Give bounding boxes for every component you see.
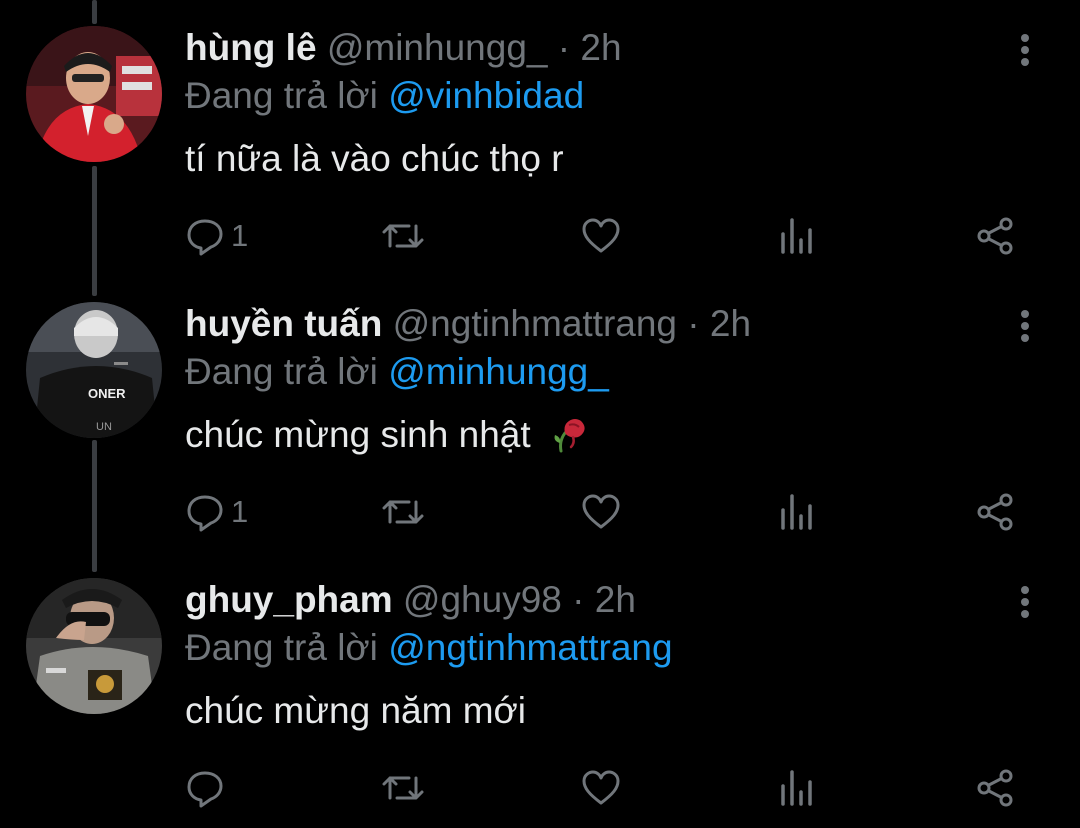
wilted-rose-icon [549, 413, 589, 463]
like-button[interactable] [581, 490, 621, 534]
tweet-actions: 1 [185, 490, 1020, 534]
retweet-icon [382, 224, 424, 248]
like-button[interactable] [581, 214, 621, 258]
timestamp[interactable]: 2h [710, 303, 751, 344]
display-name[interactable]: huyền tuấn [185, 303, 382, 344]
more-options-button[interactable] [1010, 582, 1040, 622]
user-handle[interactable]: @ghuy98 [403, 579, 562, 620]
analytics-icon [781, 218, 812, 254]
user-handle[interactable]: @minhungg_ [327, 27, 548, 68]
like-button[interactable] [581, 766, 621, 810]
more-vertical-icon [1021, 586, 1029, 618]
tweet[interactable]: hùng lê @minhungg_ · 2h Đang trả lời @vi… [0, 0, 1080, 276]
tweet-text-container: chúc mừng sinh nhật [185, 413, 990, 463]
avatar[interactable]: ONER UN [26, 302, 162, 438]
reply-icon [187, 219, 223, 256]
more-vertical-icon [1021, 310, 1029, 342]
timestamp[interactable]: 2h [580, 27, 621, 68]
analytics-icon [781, 494, 812, 530]
replying-to-label: Đang trả lời [185, 627, 378, 668]
replying-to-label: Đang trả lời [185, 75, 378, 116]
reply-button[interactable] [185, 766, 231, 810]
svg-text:UN: UN [96, 421, 112, 433]
separator-dot: · [572, 579, 585, 620]
replying-to-user-link[interactable]: @minhungg_ [388, 351, 609, 392]
svg-text:ONER: ONER [88, 386, 126, 401]
reply-count: 1 [231, 218, 249, 253]
share-button[interactable] [975, 214, 1015, 258]
more-options-button[interactable] [1010, 306, 1040, 346]
tweet[interactable]: ONER UN huyền tuấn @ngtinhmattrang · 2h … [0, 276, 1080, 552]
avatar[interactable] [26, 578, 162, 714]
reply-button[interactable]: 1 [185, 490, 248, 534]
view-analytics-button[interactable] [779, 490, 815, 534]
tweet-text: tí nữa là vào chúc thọ r [185, 138, 564, 179]
retweet-icon [382, 776, 424, 800]
tweet-text: chúc mừng sinh nhật [185, 414, 531, 455]
reply-icon [187, 495, 223, 532]
heart-icon [582, 218, 620, 253]
reply-count: 1 [231, 494, 249, 529]
retweet-button[interactable] [381, 766, 425, 810]
display-name[interactable]: hùng lê [185, 27, 317, 68]
replying-to-label: Đang trả lời [185, 351, 378, 392]
user-handle[interactable]: @ngtinhmattrang [393, 303, 677, 344]
tweet-actions: 1 [185, 214, 1020, 258]
share-icon [977, 769, 1013, 807]
share-button[interactable] [975, 766, 1015, 810]
replying-to-user-link[interactable]: @vinhbidad [388, 75, 584, 116]
tweet-actions [185, 766, 1020, 810]
separator-dot: · [687, 303, 700, 344]
share-icon [977, 493, 1013, 531]
heart-icon [582, 770, 620, 805]
reply-button[interactable]: 1 [185, 214, 248, 258]
avatar[interactable] [26, 26, 162, 162]
retweet-button[interactable] [381, 490, 425, 534]
more-vertical-icon [1021, 34, 1029, 66]
share-button[interactable] [975, 490, 1015, 534]
view-analytics-button[interactable] [779, 766, 815, 810]
more-options-button[interactable] [1010, 30, 1040, 70]
heart-icon [582, 494, 620, 529]
share-icon [977, 217, 1013, 255]
separator-dot: · [557, 27, 571, 68]
view-analytics-button[interactable] [779, 214, 815, 258]
analytics-icon [781, 770, 812, 806]
tweet[interactable]: ghuy_pham @ghuy98 · 2h Đang trả lời @ngt… [0, 552, 1080, 828]
display-name[interactable]: ghuy_pham [185, 579, 393, 620]
reply-icon [187, 771, 223, 808]
retweet-icon [382, 500, 424, 524]
retweet-button[interactable] [381, 214, 425, 258]
timestamp[interactable]: 2h [595, 579, 636, 620]
tweet-text: chúc mừng năm mới [185, 690, 527, 731]
replying-to-user-link[interactable]: @ngtinhmattrang [388, 627, 672, 668]
